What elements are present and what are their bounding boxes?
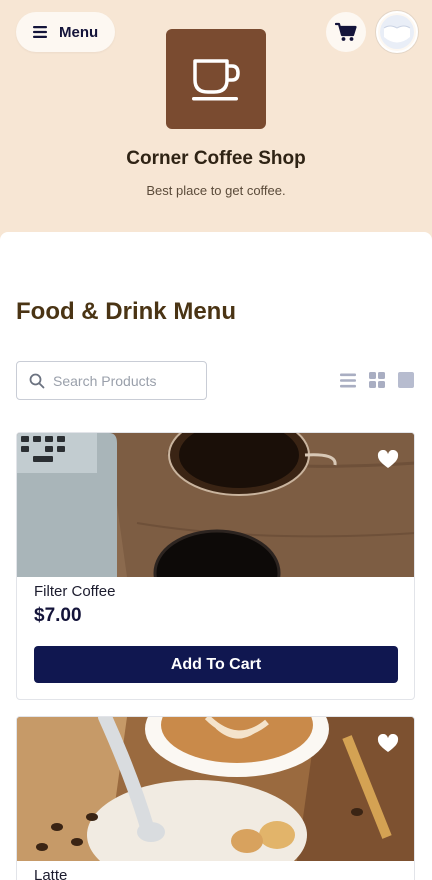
add-to-cart-button[interactable]: Add To Cart [34,646,398,683]
cart-icon [335,22,357,41]
view-toggles [340,372,414,388]
list-view-icon[interactable] [340,373,356,388]
single-view-icon[interactable] [398,372,414,388]
product-card: Latte [16,716,415,880]
menu-button[interactable]: Menu [16,12,115,52]
coffee-cup-icon [192,59,240,101]
product-price: $7.00 [34,605,82,626]
search-input[interactable] [53,372,193,389]
search-box[interactable] [16,361,207,400]
shop-logo [166,29,266,129]
menu-label: Menu [59,23,99,41]
product-name: Filter Coffee [34,583,116,600]
grid-view-icon[interactable] [369,372,385,388]
shop-header: Menu Corner Coffee Shop Best place to ge… [0,0,432,250]
favorite-heart-icon[interactable] [377,733,399,759]
hamburger-icon [33,26,47,38]
shop-tagline: Best place to get coffee. [146,183,286,198]
shop-name: Corner Coffee Shop [126,148,306,169]
user-avatar[interactable] [376,11,418,53]
favorite-heart-icon[interactable] [377,449,399,475]
product-image[interactable] [17,433,414,577]
product-name: Latte [34,867,68,880]
search-icon [29,373,45,388]
product-card: Filter Coffee $7.00 Add To Cart [16,432,415,700]
product-image[interactable] [17,717,414,861]
avatar-icon [380,15,414,49]
section-title: Food & Drink Menu [16,298,236,325]
cart-button[interactable] [326,12,366,52]
